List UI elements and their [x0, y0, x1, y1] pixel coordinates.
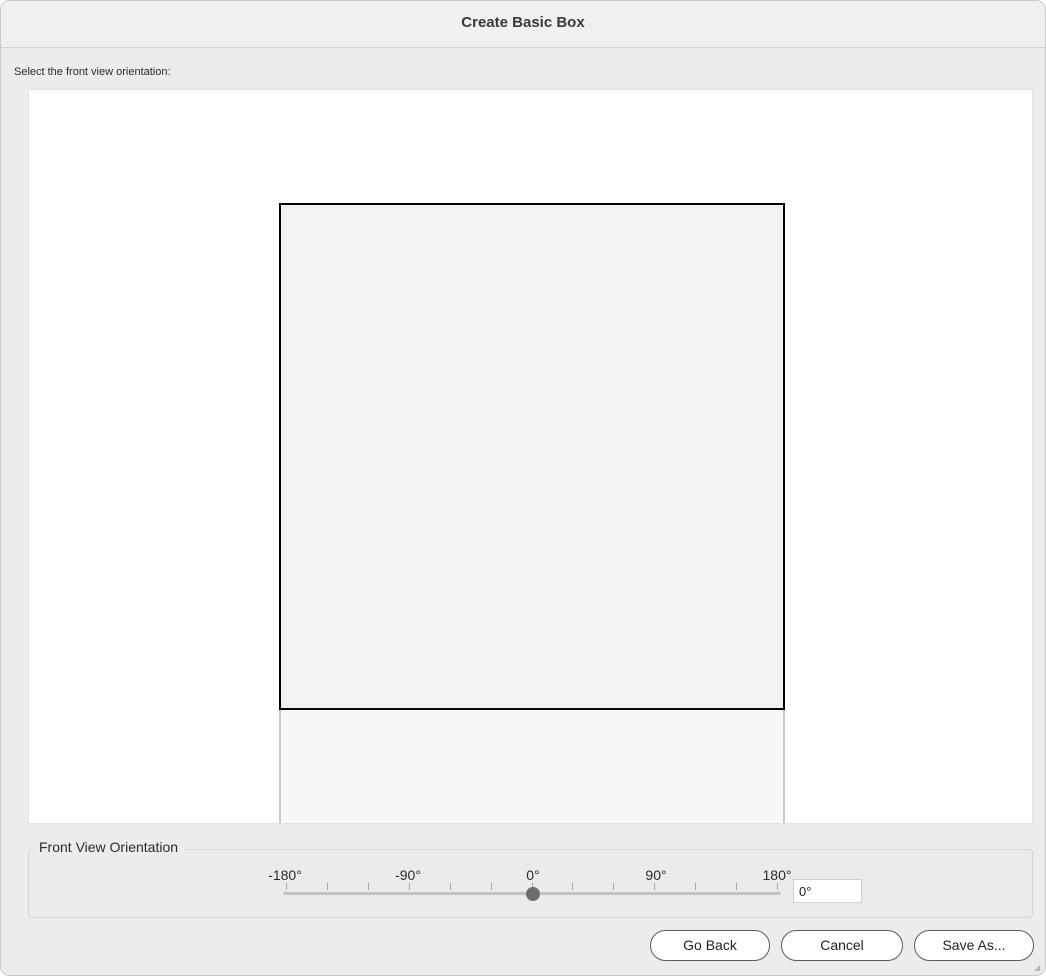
front-view-orientation-group — [28, 849, 1033, 918]
slider-tick — [450, 883, 451, 890]
slider-tick — [327, 883, 328, 890]
tick-label-180: 180° — [762, 867, 792, 883]
slider-tick — [654, 883, 655, 890]
instruction-text: Select the front view orientation: — [14, 66, 171, 78]
slider-tick — [736, 883, 737, 890]
slider-tick — [613, 883, 614, 890]
tick-label-minus-90: -90° — [395, 867, 421, 883]
tick-label-0: 0° — [526, 867, 540, 883]
go-back-button[interactable]: Go Back — [650, 930, 770, 961]
box-front-face — [279, 203, 785, 710]
box-preview-canvas[interactable] — [28, 89, 1033, 824]
slider-tick — [286, 883, 287, 890]
orientation-slider-thumb[interactable] — [526, 887, 540, 901]
slider-tick — [491, 883, 492, 890]
orientation-value-field[interactable] — [793, 879, 862, 903]
create-basic-box-dialog: Create Basic Box Select the front view o… — [0, 0, 1046, 976]
slider-tick — [368, 883, 369, 890]
dialog-title: Create Basic Box — [1, 1, 1045, 48]
resize-grip-icon[interactable]: ◢ — [1034, 964, 1042, 972]
front-view-orientation-label: Front View Orientation — [33, 839, 185, 855]
slider-tick — [409, 883, 410, 890]
box-bottom-face — [279, 708, 785, 823]
slider-tick — [572, 883, 573, 890]
save-as-button[interactable]: Save As... — [914, 930, 1034, 961]
tick-label-90: 90° — [645, 867, 667, 883]
slider-tick — [695, 883, 696, 890]
tick-label-minus-180: -180° — [268, 867, 302, 883]
box-preview-drawing — [279, 203, 785, 823]
cancel-button[interactable]: Cancel — [781, 930, 903, 961]
slider-tick — [777, 883, 778, 890]
